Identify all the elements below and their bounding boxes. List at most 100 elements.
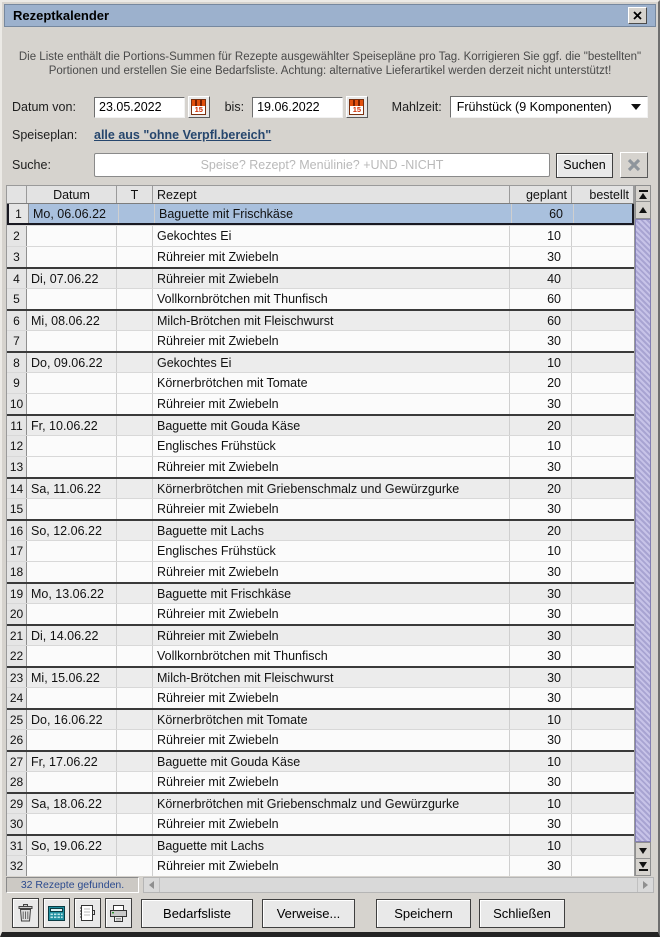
scroll-to-bottom-button[interactable] — [635, 859, 651, 876]
cell-date — [27, 730, 117, 750]
col-header-t[interactable]: T — [117, 186, 153, 203]
cell-date — [27, 247, 117, 267]
scroll-to-top-button[interactable] — [635, 185, 651, 202]
row-number: 18 — [7, 562, 27, 582]
row-number: 11 — [7, 416, 27, 435]
scrollbar-thumb[interactable] — [635, 219, 651, 842]
cell-planned: 10 — [510, 752, 572, 771]
search-input[interactable] — [94, 153, 550, 177]
speichern-button[interactable]: Speichern — [376, 898, 471, 928]
scrollbar-track[interactable] — [635, 219, 651, 842]
col-header-rownum[interactable] — [7, 186, 27, 203]
table-row[interactable]: 25 Do, 16.06.22 Körnerbrötchen mit Tomate 1… — [7, 708, 634, 729]
verweise-button[interactable]: Verweise... — [262, 898, 355, 928]
col-header-geplant[interactable]: geplant — [510, 186, 572, 203]
table-row[interactable]: 8 Do, 09.06.22 Gekochtes Ei 10 — [7, 351, 634, 372]
recipe-book-button[interactable] — [74, 898, 101, 928]
calculator-button[interactable] — [43, 898, 70, 928]
table-row[interactable]: 5 Vollkornbrötchen mit Thunfisch 60 — [7, 288, 634, 309]
table-row[interactable]: 21 Di, 14.06.22 Rühreier mit Zwiebeln 30 — [7, 624, 634, 645]
recipe-table: Datum T Rezept geplant bestellt 1 Mo, 06.… — [6, 185, 651, 876]
close-button[interactable] — [628, 7, 647, 24]
table-row[interactable]: 31 So, 19.06.22 Baguette mit Lachs 10 — [7, 834, 634, 855]
cell-planned: 20 — [510, 373, 572, 393]
date-from-calendar-button[interactable]: 15 — [188, 96, 210, 118]
cell-type — [117, 562, 153, 582]
cell-planned: 10 — [510, 710, 572, 729]
clear-search-button[interactable] — [620, 152, 648, 178]
table-row[interactable]: 12 Englisches Frühstück 10 — [7, 435, 634, 456]
cell-recipe: Rühreier mit Zwiebeln — [153, 772, 510, 792]
row-number: 23 — [7, 668, 27, 687]
schliessen-button[interactable]: Schließen — [479, 898, 565, 928]
date-to-calendar-button[interactable]: 15 — [346, 96, 368, 118]
cell-ordered — [572, 772, 634, 792]
table-row[interactable]: 23 Mi, 15.06.22 Milch-Brötchen mit Fleisch… — [7, 666, 634, 687]
table-row[interactable]: 17 Englisches Frühstück 10 — [7, 540, 634, 561]
table-row[interactable]: 2 Gekochtes Ei 10 — [7, 225, 634, 246]
cell-ordered — [572, 794, 634, 813]
table-row[interactable]: 10 Rühreier mit Zwiebeln 30 — [7, 393, 634, 414]
table-row[interactable]: 15 Rühreier mit Zwiebeln 30 — [7, 498, 634, 519]
date-to-input[interactable] — [252, 96, 344, 118]
table-row[interactable]: 9 Körnerbrötchen mit Tomate 20 — [7, 372, 634, 393]
table-row[interactable]: 20 Rühreier mit Zwiebeln 30 — [7, 603, 634, 624]
cell-planned: 60 — [510, 311, 572, 330]
table-row[interactable]: 11 Fr, 10.06.22 Baguette mit Gouda Käse 20 — [7, 414, 634, 435]
table-row[interactable]: 32 Rühreier mit Zwiebeln 30 — [7, 855, 634, 876]
table-row[interactable]: 29 Sa, 18.06.22 Körnerbrötchen mit Grieben… — [7, 792, 634, 813]
bedarfsliste-button[interactable]: Bedarfsliste — [141, 898, 253, 928]
cell-planned: 30 — [510, 730, 572, 750]
table-row[interactable]: 13 Rühreier mit Zwiebeln 30 — [7, 456, 634, 477]
mealplan-link[interactable]: alle aus "ohne Verpfl.bereich" — [94, 128, 271, 142]
cell-recipe: Milch-Brötchen mit Fleischwurst — [153, 311, 510, 330]
cell-date — [27, 373, 117, 393]
table-row[interactable]: 27 Fr, 17.06.22 Baguette mit Gouda Käse 10 — [7, 750, 634, 771]
delete-button[interactable] — [12, 898, 39, 928]
table-row[interactable]: 22 Vollkornbrötchen mit Thunfisch 30 — [7, 645, 634, 666]
table-row[interactable]: 14 Sa, 11.06.22 Körnerbrötchen mit Grieben… — [7, 477, 634, 498]
cell-type — [117, 247, 153, 267]
table-row[interactable]: 1 Mo, 06.06.22 Baguette mit Frischkäse 60 — [7, 204, 634, 225]
scroll-down-button[interactable] — [635, 842, 651, 859]
col-header-datum[interactable]: Datum — [27, 186, 117, 203]
table-row[interactable]: 30 Rühreier mit Zwiebeln 30 — [7, 813, 634, 834]
table-row[interactable]: 7 Rühreier mit Zwiebeln 30 — [7, 330, 634, 351]
cell-type — [117, 289, 153, 309]
table-row[interactable]: 28 Rühreier mit Zwiebeln 30 — [7, 771, 634, 792]
table-row[interactable]: 24 Rühreier mit Zwiebeln 30 — [7, 687, 634, 708]
cell-type — [117, 541, 153, 561]
scroll-left-button[interactable] — [144, 878, 160, 892]
row-number: 21 — [7, 626, 27, 645]
cell-recipe: Gekochtes Ei — [153, 353, 510, 372]
table-row[interactable]: 26 Rühreier mit Zwiebeln 30 — [7, 729, 634, 750]
table-row[interactable]: 18 Rühreier mit Zwiebeln 30 — [7, 561, 634, 582]
table-body: 1 Mo, 06.06.22 Baguette mit Frischkäse 60 2 G… — [7, 204, 634, 876]
cell-date: Mi, 08.06.22 — [27, 311, 117, 330]
cell-ordered — [572, 226, 634, 246]
table-row[interactable]: 3 Rühreier mit Zwiebeln 30 — [7, 246, 634, 267]
table-row[interactable]: 19 Mo, 13.06.22 Baguette mit Frischkäse 30 — [7, 582, 634, 603]
table-row[interactable]: 4 Di, 07.06.22 Rühreier mit Zwiebeln 40 — [7, 267, 634, 288]
clear-x-icon — [627, 158, 641, 172]
col-header-bestellt[interactable]: bestellt — [572, 186, 634, 203]
cell-ordered — [572, 373, 634, 393]
cell-type — [117, 730, 153, 750]
cell-planned: 40 — [510, 269, 572, 288]
cell-type — [117, 836, 153, 855]
date-from-input[interactable] — [94, 96, 185, 118]
cell-type — [117, 856, 153, 876]
print-button[interactable] — [105, 898, 132, 928]
scroll-right-button[interactable] — [637, 878, 653, 892]
vertical-scrollbar[interactable] — [634, 185, 651, 876]
table-row[interactable]: 16 So, 12.06.22 Baguette mit Lachs 20 — [7, 519, 634, 540]
search-button[interactable]: Suchen — [556, 152, 613, 178]
status-bar: 32 Rezepte gefunden. — [6, 877, 139, 893]
table-row[interactable]: 6 Mi, 08.06.22 Milch-Brötchen mit Fleischw… — [7, 309, 634, 330]
meal-dropdown[interactable]: Frühstück (9 Komponenten) — [449, 96, 648, 118]
col-header-rezept[interactable]: Rezept — [153, 186, 510, 203]
horizontal-scrollbar[interactable] — [143, 877, 654, 893]
cell-recipe: Rühreier mit Zwiebeln — [153, 247, 510, 267]
scroll-up-button[interactable] — [635, 202, 651, 219]
row-number: 6 — [7, 311, 27, 330]
